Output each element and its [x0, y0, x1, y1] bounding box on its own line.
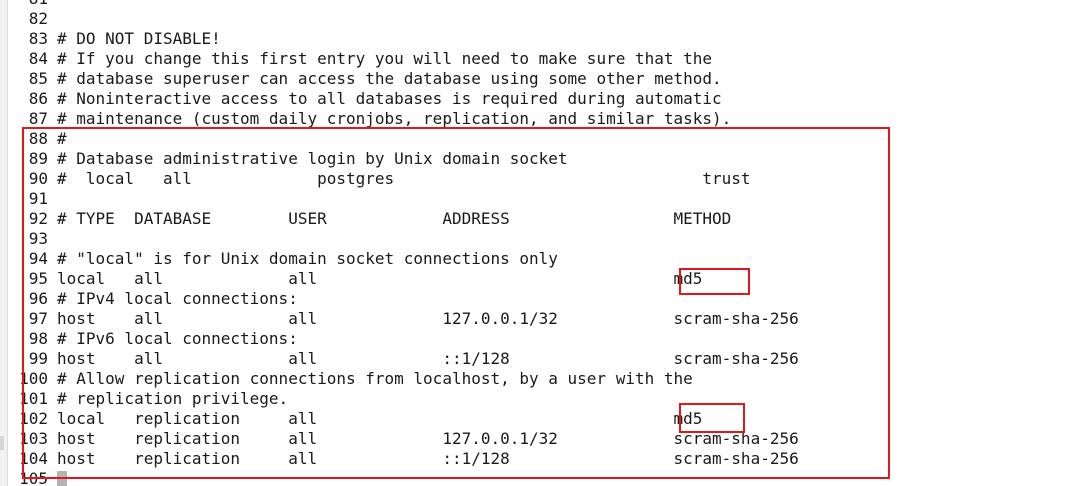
code-line[interactable]: 82: [0, 9, 1065, 29]
code-line[interactable]: 83 # DO NOT DISABLE!: [0, 29, 1065, 49]
code-line[interactable]: 84 # If you change this first entry you w…: [0, 49, 1065, 69]
line-number: 86: [28, 89, 48, 108]
line-number: 81: [17, 0, 48, 9]
line-text: # maintenance (custom daily cronjobs, re…: [57, 109, 732, 128]
code-line[interactable]: 81: [0, 0, 1065, 9]
highlight-box-md5-replication: [679, 403, 745, 433]
highlight-box-md5-local: [679, 268, 750, 295]
line-number: 87: [28, 109, 48, 128]
line-text: # Noninteractive access to all databases…: [57, 89, 722, 108]
line-text: # If you change this first entry you wil…: [57, 49, 713, 68]
code-line[interactable]: 87 # maintenance (custom daily cronjobs, …: [0, 109, 1065, 129]
highlight-box-config-section: [22, 127, 890, 479]
line-text: # DO NOT DISABLE!: [57, 29, 221, 48]
line-number: 82: [28, 9, 48, 28]
line-number: 83: [28, 29, 48, 48]
line-number: 85: [28, 69, 48, 88]
code-line[interactable]: 85 # database superuser can access the da…: [0, 69, 1065, 89]
text-editor[interactable]: 818283 # DO NOT DISABLE! 84 # If you change…: [0, 0, 1065, 486]
code-line[interactable]: 86 # Noninteractive access to all databas…: [0, 89, 1065, 109]
line-number: 84: [28, 49, 48, 68]
line-text: # database superuser can access the data…: [57, 69, 722, 88]
